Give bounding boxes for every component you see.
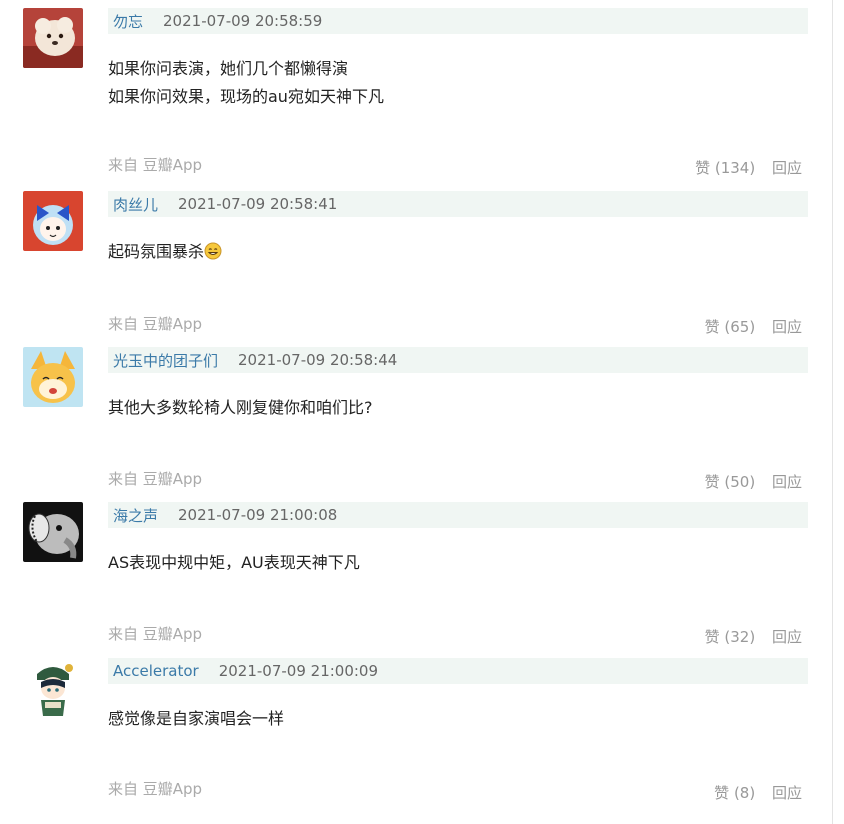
comment-source: 来自 豆瓣App — [108, 315, 203, 333]
comment-time: 2021-07-09 20:58:59 — [163, 12, 323, 30]
comment-text: 如果你问表演，她们几个都懒得演 如果你问效果，现场的au宛如天神下凡 — [108, 55, 798, 111]
comment-actions: 赞 (50) 回应 — [705, 471, 802, 492]
comment-source: 来自 豆瓣App — [108, 156, 203, 174]
comment-item: 勿忘 2021-07-09 20:58:59 如果你问表演，她们几个都懒得演 如… — [0, 8, 832, 177]
comment-actions: 赞 (65) 回应 — [705, 316, 802, 337]
comment-time: 2021-07-09 20:58:41 — [178, 195, 338, 213]
comment-item: Accelerator 2021-07-09 21:00:09 感觉像是自家演唱… — [0, 658, 832, 814]
comment-line: 感觉像是自家演唱会一样 — [108, 709, 285, 728]
comment-line: AS表现中规中矩，AU表现天神下凡 — [108, 553, 360, 572]
comment-item: 光玉中的团子们 2021-07-09 20:58:44 其他大多数轮椅人刚复健你… — [0, 347, 832, 503]
like-button[interactable]: 赞 (50) — [705, 473, 756, 491]
author-name[interactable]: 光玉中的团子们 — [113, 350, 218, 371]
reply-button[interactable]: 回应 — [772, 318, 802, 336]
avatar[interactable] — [23, 191, 83, 251]
comment-text: 其他大多数轮椅人刚复健你和咱们比? — [108, 394, 798, 422]
avatar[interactable] — [23, 347, 83, 407]
comment-meta: 光玉中的团子们 2021-07-09 20:58:44 — [108, 347, 808, 373]
page-right-border — [832, 0, 833, 824]
comment-meta: Accelerator 2021-07-09 21:00:09 — [108, 658, 808, 684]
comment-item: 肉丝儿 2021-07-09 20:58:41 起码氛围暴杀 来自 豆瓣App … — [0, 191, 832, 347]
author-name[interactable]: Accelerator — [113, 662, 199, 680]
comment-item: 海之声 2021-07-09 21:00:08 AS表现中规中矩，AU表现天神下… — [0, 502, 832, 658]
comment-line: 如果你问表演，她们几个都懒得演 — [108, 59, 349, 78]
comment-actions: 赞 (134) 回应 — [695, 157, 802, 178]
smiling-face-emoji-icon — [204, 242, 222, 260]
comment-line-with-emoji: 起码氛围暴杀 — [108, 238, 798, 266]
comment-line: 如果你问效果，现场的au宛如天神下凡 — [108, 87, 384, 106]
comment-meta: 肉丝儿 2021-07-09 20:58:41 — [108, 191, 808, 217]
comment-actions: 赞 (32) 回应 — [705, 626, 802, 647]
like-button[interactable]: 赞 (134) — [695, 159, 755, 177]
like-button[interactable]: 赞 (32) — [705, 628, 756, 646]
author-name[interactable]: 勿忘 — [113, 11, 143, 32]
avatar[interactable] — [23, 658, 83, 718]
like-button[interactable]: 赞 (8) — [714, 784, 755, 802]
comment-meta: 海之声 2021-07-09 21:00:08 — [108, 502, 808, 528]
comment-line: 起码氛围暴杀 — [108, 242, 205, 261]
avatar[interactable] — [23, 502, 83, 562]
comment-text: 感觉像是自家演唱会一样 — [108, 705, 798, 733]
comment-source: 来自 豆瓣App — [108, 780, 203, 798]
comment-meta: 勿忘 2021-07-09 20:58:59 — [108, 8, 808, 34]
author-name[interactable]: 海之声 — [113, 505, 158, 526]
comment-text: AS表现中规中矩，AU表现天神下凡 — [108, 549, 798, 577]
comment-time: 2021-07-09 21:00:08 — [178, 506, 338, 524]
comment-source: 来自 豆瓣App — [108, 625, 203, 643]
comment-line: 其他大多数轮椅人刚复健你和咱们比? — [108, 398, 373, 417]
comment-actions: 赞 (8) 回应 — [714, 782, 802, 803]
author-name[interactable]: 肉丝儿 — [113, 194, 158, 215]
reply-button[interactable]: 回应 — [772, 159, 802, 177]
like-button[interactable]: 赞 (65) — [705, 318, 756, 336]
comment-time: 2021-07-09 20:58:44 — [238, 351, 398, 369]
avatar[interactable] — [23, 8, 83, 68]
comment-time: 2021-07-09 21:00:09 — [218, 662, 379, 680]
comment-source: 来自 豆瓣App — [108, 470, 203, 488]
reply-button[interactable]: 回应 — [772, 784, 802, 802]
comment-text: 起码氛围暴杀 — [108, 238, 798, 266]
reply-button[interactable]: 回应 — [772, 628, 802, 646]
reply-button[interactable]: 回应 — [772, 473, 802, 491]
